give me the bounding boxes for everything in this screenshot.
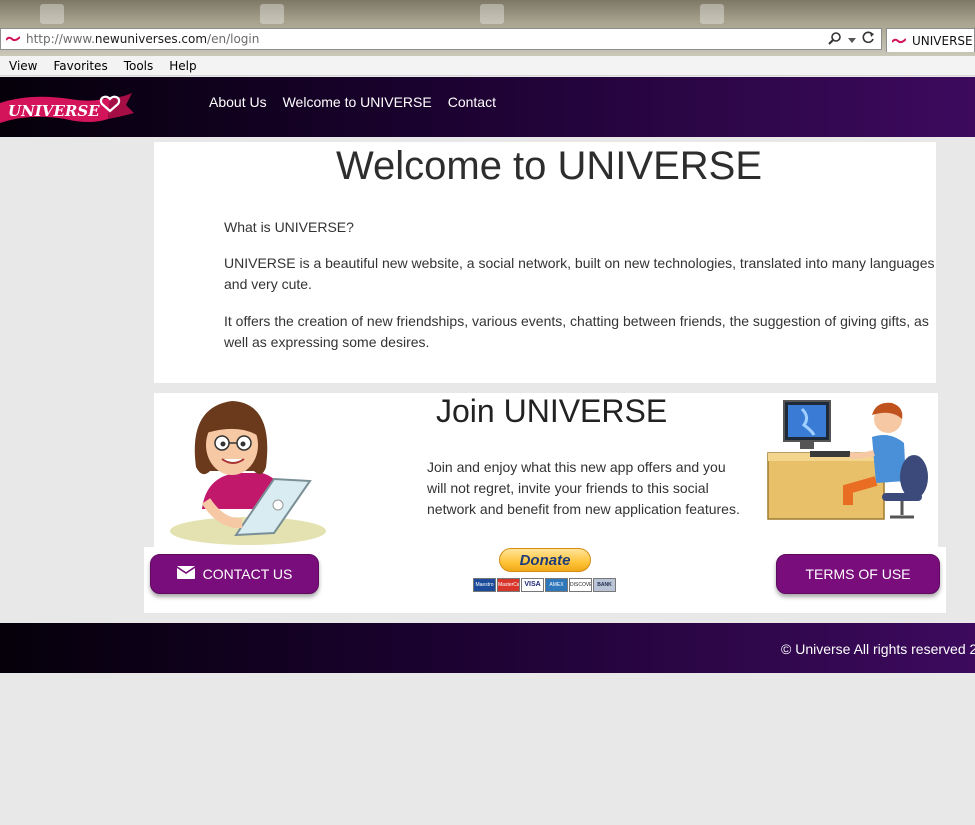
url-text[interactable]: http://www.newuniverses.com/en/login bbox=[26, 32, 259, 46]
actions-panel: CONTACT US Donate Maestro MasterCard VIS… bbox=[144, 547, 946, 613]
page-title: Welcome to UNIVERSE bbox=[335, 144, 763, 188]
chrome-decoration bbox=[40, 4, 64, 24]
terms-of-use-button[interactable]: TERMS OF USE bbox=[776, 554, 940, 594]
search-icon[interactable] bbox=[828, 31, 842, 48]
refresh-icon[interactable] bbox=[862, 31, 875, 47]
nav-about-us[interactable]: About Us bbox=[209, 94, 267, 110]
dropdown-arrow-icon[interactable] bbox=[848, 32, 856, 47]
site-footer: © Universe All rights reserved 2 bbox=[0, 623, 975, 673]
url-domain: newuniverses.com bbox=[94, 32, 208, 46]
tab-title: UNIVERSE bbox=[912, 33, 973, 48]
browser-tab[interactable]: UNIVERSE bbox=[886, 28, 975, 52]
contact-us-button[interactable]: CONTACT US bbox=[150, 554, 319, 594]
menu-tools[interactable]: Tools bbox=[124, 59, 154, 73]
address-bar[interactable]: http://www.newuniverses.com/en/login bbox=[0, 28, 882, 50]
bank-icon: BANK bbox=[593, 578, 616, 592]
visa-card-icon: VISA bbox=[521, 578, 544, 592]
chrome-decoration bbox=[480, 4, 504, 24]
nav-contact[interactable]: Contact bbox=[448, 94, 496, 110]
browser-menubar: View Favorites Tools Help bbox=[0, 56, 975, 76]
join-text: Join and enjoy what this new app offers … bbox=[427, 459, 740, 517]
url-prefix: http://www. bbox=[26, 32, 95, 46]
mastercard-icon: MasterCard bbox=[497, 578, 520, 592]
intro-paragraph: UNIVERSE is a beautiful new website, a s… bbox=[224, 255, 935, 292]
tab-favicon-icon bbox=[892, 36, 906, 46]
menu-help[interactable]: Help bbox=[169, 59, 196, 73]
donate-button[interactable]: Donate bbox=[499, 548, 591, 572]
envelope-icon bbox=[176, 566, 196, 582]
svg-text:UNIVERSE: UNIVERSE bbox=[8, 102, 100, 120]
chrome-decoration bbox=[700, 4, 724, 24]
payment-cards: Maestro MasterCard VISA AMEX DISCOVER BA… bbox=[473, 578, 616, 592]
boy-computer-illustration bbox=[764, 397, 936, 521]
menu-view[interactable]: View bbox=[9, 59, 37, 73]
chrome-decoration bbox=[260, 4, 284, 24]
site-logo[interactable]: UNIVERSE bbox=[0, 89, 136, 127]
what-is-question: What is UNIVERSE? bbox=[224, 219, 354, 235]
menu-favorites[interactable]: Favorites bbox=[53, 59, 107, 73]
maestro-card-icon: Maestro bbox=[473, 578, 496, 592]
nav-welcome[interactable]: Welcome to UNIVERSE bbox=[283, 94, 432, 110]
copyright-text: © Universe All rights reserved 2 bbox=[781, 641, 975, 657]
discover-card-icon: DISCOVER bbox=[569, 578, 592, 592]
site-favicon-icon bbox=[6, 34, 20, 44]
url-path: /en/login bbox=[207, 32, 260, 46]
join-title: Join UNIVERSE bbox=[436, 393, 668, 429]
amex-card-icon: AMEX bbox=[545, 578, 568, 592]
contact-us-label: CONTACT US bbox=[202, 566, 293, 582]
site-header: UNIVERSE About Us Welcome to UNIVERSE Co… bbox=[0, 77, 975, 137]
features-paragraph: It offers the creation of new friendship… bbox=[224, 313, 929, 350]
girl-laptop-illustration bbox=[166, 397, 330, 549]
main-nav: About Us Welcome to UNIVERSE Contact bbox=[209, 94, 496, 110]
welcome-panel: Welcome to UNIVERSE What is UNIVERSE? UN… bbox=[154, 142, 936, 383]
